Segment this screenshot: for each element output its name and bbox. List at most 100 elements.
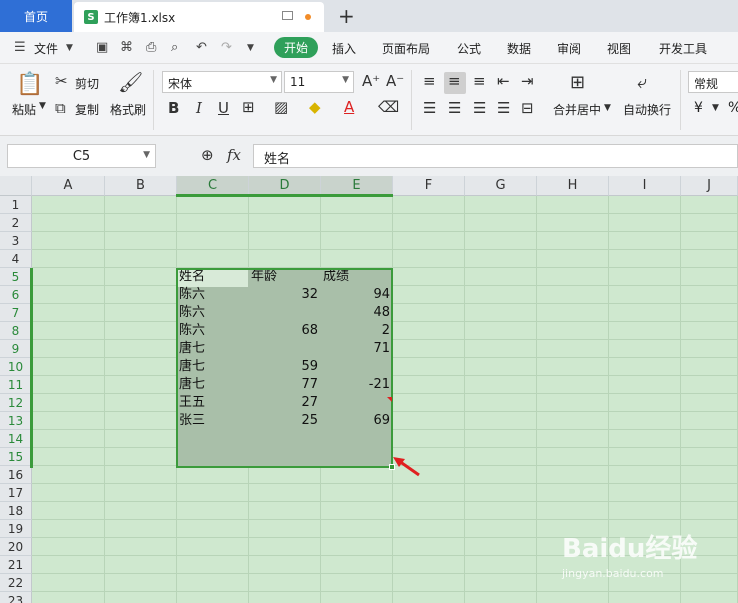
row-header-9[interactable]: 9 — [0, 340, 32, 358]
copy-button[interactable]: 复制 — [75, 101, 99, 118]
row-header-4[interactable]: 4 — [0, 250, 32, 268]
column-header-f[interactable]: F — [393, 176, 465, 196]
redo-icon[interactable]: ↷ — [221, 40, 232, 55]
format-painter-button[interactable]: 格式刷 — [110, 101, 146, 118]
column-header-h[interactable]: H — [537, 176, 609, 196]
align-center-icon[interactable]: ☰ — [448, 99, 461, 117]
wrap-text-button[interactable]: 自动换行 — [623, 101, 671, 118]
column-header-g[interactable]: G — [465, 176, 537, 196]
cut-button[interactable]: 剪切 — [75, 75, 99, 92]
merge-center-button[interactable]: 合并居中 — [553, 101, 601, 118]
name-box[interactable]: C5 ▼ — [7, 144, 156, 168]
row-header-7[interactable]: 7 — [0, 304, 32, 322]
new-tab-plus-icon[interactable]: + — [338, 4, 355, 28]
increase-font-size-icon[interactable]: A⁺ — [362, 72, 380, 90]
tab-insert[interactable]: 插入 — [332, 40, 356, 57]
wrap-text-icon[interactable]: ⤶ — [637, 72, 647, 93]
tab-developer[interactable]: 开发工具 — [659, 40, 707, 57]
fx-insert-function-icon[interactable]: fx — [227, 146, 241, 164]
tab-review[interactable]: 审阅 — [557, 40, 581, 57]
align-middle-icon[interactable]: ≡ — [448, 72, 461, 90]
format-painter-quick-icon[interactable]: ⌘ — [120, 40, 133, 55]
distributed-align-icon[interactable]: ⊟ — [521, 99, 534, 117]
font-name-select[interactable]: 宋体 ▼ — [162, 71, 282, 93]
align-left-icon[interactable]: ☰ — [423, 99, 436, 117]
increase-indent-icon[interactable]: ⇥ — [521, 72, 534, 90]
row-header-20[interactable]: 20 — [0, 538, 32, 556]
home-tab[interactable]: 首页 — [0, 0, 72, 32]
column-header-j[interactable]: J — [681, 176, 738, 196]
save-icon[interactable]: ▣ — [96, 40, 108, 55]
row-header-12[interactable]: 12 — [0, 394, 32, 412]
align-right-icon[interactable]: ☰ — [473, 99, 486, 117]
tab-start[interactable]: 开始 — [274, 37, 318, 58]
align-top-icon[interactable]: ≡ — [423, 72, 436, 90]
column-header-d[interactable]: D — [249, 176, 321, 196]
tab-page-layout[interactable]: 页面布局 — [382, 40, 430, 57]
row-header-22[interactable]: 22 — [0, 574, 32, 592]
underline-icon[interactable]: U — [218, 99, 229, 117]
row-header-21[interactable]: 21 — [0, 556, 32, 574]
print-preview-icon[interactable]: ⌕ — [171, 40, 178, 55]
merge-center-icon[interactable]: ⊞ — [570, 72, 585, 93]
paste-chevron-icon[interactable]: ▼ — [39, 101, 46, 111]
hamburger-menu-icon[interactable]: ☰ — [14, 40, 26, 55]
column-header-a[interactable]: A — [32, 176, 105, 196]
decrease-font-size-icon[interactable]: A⁻ — [386, 72, 404, 90]
tab-view[interactable]: 视图 — [607, 40, 631, 57]
tab-formulas[interactable]: 公式 — [457, 40, 481, 57]
scissors-icon[interactable]: ✂ — [55, 72, 68, 90]
row-header-8[interactable]: 8 — [0, 322, 32, 340]
borders-icon[interactable]: ⊞ — [242, 98, 255, 116]
tab-data[interactable]: 数据 — [507, 40, 531, 57]
file-menu[interactable]: 文件 — [34, 40, 58, 57]
currency-chevron-icon[interactable]: ▼ — [712, 103, 719, 113]
decrease-indent-icon[interactable]: ⇤ — [497, 72, 510, 90]
format-painter-icon[interactable]: 🖌 — [118, 70, 143, 94]
font-size-select[interactable]: 11 ▼ — [284, 71, 354, 93]
zoom-search-icon[interactable]: ⊕ — [201, 146, 214, 164]
clear-format-icon[interactable]: ⌫ — [378, 98, 399, 116]
paste-icon[interactable]: 📋 — [16, 72, 43, 97]
paste-button[interactable]: 粘贴 — [12, 101, 36, 118]
select-all-corner[interactable] — [0, 176, 32, 196]
justify-icon[interactable]: ☰ — [497, 99, 510, 117]
print-icon[interactable]: ⎙ — [146, 40, 156, 55]
italic-icon[interactable]: I — [196, 99, 202, 117]
file-menu-chevron-icon[interactable]: ▼ — [66, 43, 73, 53]
row-header-6[interactable]: 6 — [0, 286, 32, 304]
row-header-5[interactable]: 5 — [0, 268, 32, 286]
currency-button[interactable]: ¥ — [694, 100, 703, 116]
formula-input[interactable]: 姓名 — [253, 144, 738, 168]
row-header-3[interactable]: 3 — [0, 232, 32, 250]
font-color-icon[interactable]: A — [344, 98, 354, 116]
fill-color-icon[interactable]: ◆ — [309, 98, 321, 116]
row-header-18[interactable]: 18 — [0, 502, 32, 520]
row-header-17[interactable]: 17 — [0, 484, 32, 502]
column-header-e[interactable]: E — [321, 176, 393, 196]
file-tab[interactable]: S 工作簿1.xlsx — [74, 2, 324, 32]
merge-chevron-icon[interactable]: ▼ — [604, 103, 611, 113]
percent-button[interactable]: % — [728, 100, 738, 116]
row-header-15[interactable]: 15 — [0, 448, 32, 466]
row-header-10[interactable]: 10 — [0, 358, 32, 376]
column-header-c[interactable]: C — [177, 176, 249, 196]
bold-icon[interactable]: B — [168, 99, 179, 117]
comment-indicator-icon[interactable] — [387, 397, 392, 402]
column-header-b[interactable]: B — [105, 176, 177, 196]
row-header-2[interactable]: 2 — [0, 214, 32, 232]
row-header-14[interactable]: 14 — [0, 430, 32, 448]
fill-style-icon[interactable]: ▨ — [274, 98, 288, 116]
number-format-select[interactable]: 常规 — [688, 71, 738, 93]
undo-icon[interactable]: ↶ — [196, 40, 207, 55]
copy-icon[interactable]: ⧉ — [55, 99, 66, 117]
row-header-11[interactable]: 11 — [0, 376, 32, 394]
row-header-13[interactable]: 13 — [0, 412, 32, 430]
row-header-23[interactable]: 23 — [0, 592, 32, 603]
row-header-16[interactable]: 16 — [0, 466, 32, 484]
quick-access-more-icon[interactable]: ▼ — [247, 43, 254, 53]
row-header-19[interactable]: 19 — [0, 520, 32, 538]
align-bottom-icon[interactable]: ≡ — [473, 72, 486, 90]
column-header-i[interactable]: I — [609, 176, 681, 196]
row-header-1[interactable]: 1 — [0, 196, 32, 214]
